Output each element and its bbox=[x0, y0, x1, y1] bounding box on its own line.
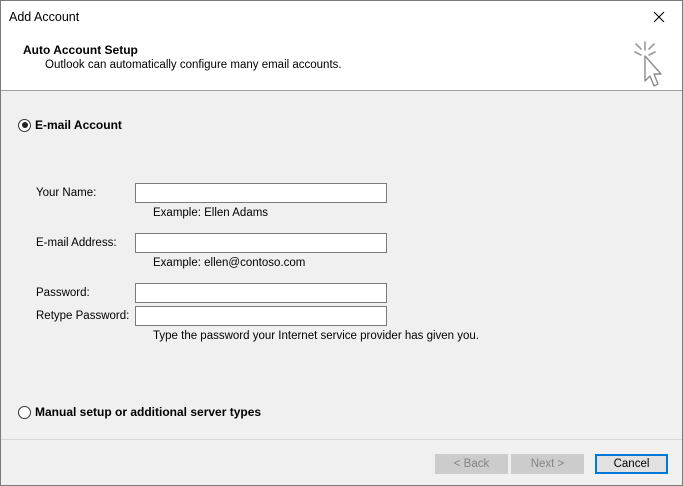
add-account-dialog: Add Account Auto Account Setup Outlook c… bbox=[0, 0, 683, 486]
dialog-header: Auto Account Setup Outlook can automatic… bbox=[1, 34, 682, 91]
footer-divider bbox=[1, 439, 682, 440]
close-button[interactable] bbox=[636, 1, 682, 32]
email-address-label: E-mail Address: bbox=[36, 237, 117, 249]
manual-setup-option[interactable]: Manual setup or additional server types bbox=[18, 405, 261, 419]
retype-password-label: Retype Password: bbox=[36, 310, 130, 322]
password-label: Password: bbox=[36, 287, 90, 299]
header-subtitle: Outlook can automatically configure many… bbox=[45, 59, 342, 71]
cursor-click-sparkle-icon bbox=[634, 41, 662, 87]
email-account-radio[interactable] bbox=[18, 118, 31, 132]
manual-setup-radio[interactable] bbox=[18, 405, 31, 419]
back-button[interactable]: < Back bbox=[435, 454, 508, 474]
retype-password-input[interactable] bbox=[135, 306, 387, 326]
email-address-input[interactable] bbox=[135, 233, 387, 253]
manual-setup-label: Manual setup or additional server types bbox=[35, 405, 262, 419]
password-hint: Type the password your Internet service … bbox=[153, 330, 480, 342]
header-title: Auto Account Setup bbox=[23, 43, 138, 57]
title-bar: Add Account bbox=[1, 1, 682, 34]
email-account-option[interactable]: E-mail Account bbox=[18, 118, 122, 132]
close-icon bbox=[653, 11, 665, 22]
your-name-example: Example: Ellen Adams bbox=[153, 207, 269, 219]
email-account-label: E-mail Account bbox=[35, 118, 122, 132]
cancel-button[interactable]: Cancel bbox=[595, 454, 668, 474]
window-title: Add Account bbox=[9, 10, 80, 24]
email-address-example: Example: ellen@contoso.com bbox=[153, 257, 306, 269]
next-button[interactable]: Next > bbox=[511, 454, 584, 474]
your-name-input[interactable] bbox=[135, 183, 387, 203]
your-name-label: Your Name: bbox=[36, 187, 97, 199]
password-input[interactable] bbox=[135, 283, 387, 303]
